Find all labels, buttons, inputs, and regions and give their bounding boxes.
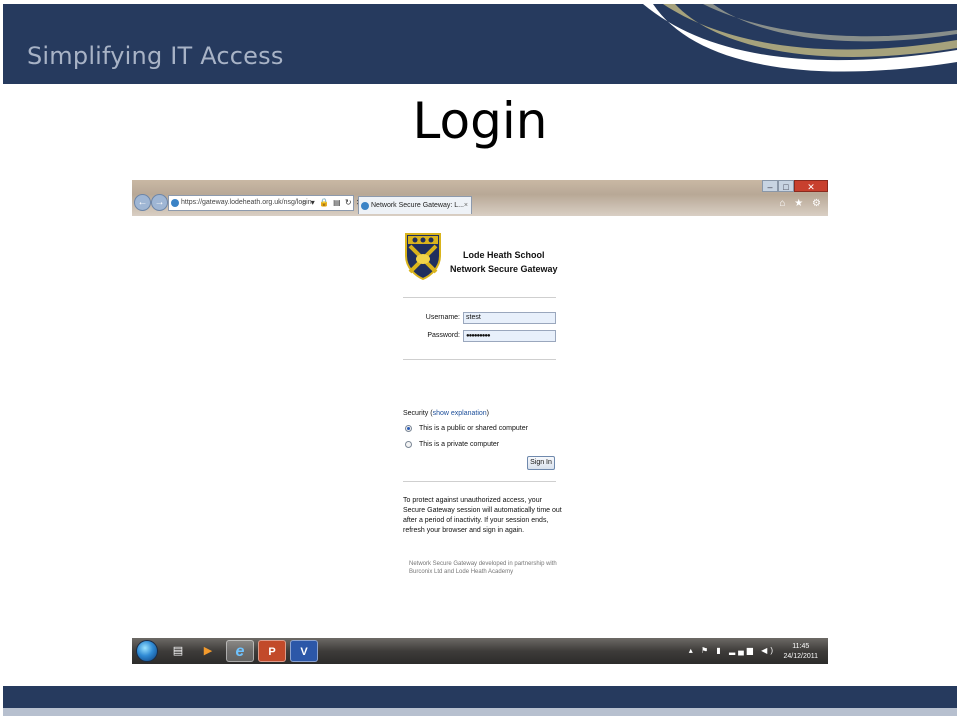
security-label: Security ( — [403, 410, 433, 417]
minimize-icon[interactable]: – — [762, 180, 778, 192]
visio-icon[interactable]: V — [290, 640, 318, 662]
school-name-line1: Lode Heath School — [463, 250, 545, 260]
site-icon — [171, 199, 179, 207]
divider — [403, 481, 556, 482]
slide-footer-stripe — [3, 708, 957, 716]
password-label: Password: — [427, 332, 460, 339]
password-input[interactable]: ●●●●●●●●● — [463, 330, 556, 342]
powerpoint-icon[interactable]: P — [258, 640, 286, 662]
username-input[interactable]: stest — [463, 312, 556, 324]
public-computer-label: This is a public or shared computer — [419, 425, 528, 432]
tab-close-icon[interactable]: × — [464, 197, 468, 214]
clock-date: 24/12/2011 — [783, 653, 818, 660]
taskbar: ▤ ▶ e P V ▴ ⚑ ▮ ▂▄▆ ◀) 11:45 24/12/2011 — [132, 638, 828, 664]
tab-site-icon — [361, 202, 369, 210]
show-explanation-link[interactable]: show explanation — [433, 410, 487, 417]
tab-title: Network Secure Gateway: L... — [371, 202, 464, 209]
clock[interactable]: 11:45 24/12/2011 — [783, 642, 818, 662]
username-label: Username: — [425, 314, 460, 321]
slide-title: Login — [412, 92, 548, 150]
explorer-icon[interactable]: ▤ — [164, 640, 192, 662]
tab-network-secure-gateway[interactable]: Network Secure Gateway: L... × — [358, 196, 472, 214]
media-player-icon[interactable]: ▶ — [194, 640, 222, 662]
address-tools-icon[interactable]: ⌕ ▾ 🔒 ▤ ↻ ✕ — [302, 195, 364, 211]
school-name: Lode Heath School Network Secure Gateway — [450, 248, 558, 276]
private-computer-label: This is a private computer — [419, 441, 500, 448]
credit-text: Network Secure Gateway developed in part… — [409, 561, 557, 575]
system-tray-icons[interactable]: ▴ ⚑ ▮ ▂▄▆ ◀) — [689, 646, 776, 655]
sign-in-button[interactable]: Sign In — [527, 456, 555, 470]
school-name-line2: Network Secure Gateway — [450, 264, 558, 274]
clock-time: 11:45 — [792, 643, 810, 650]
internet-explorer-icon[interactable]: e — [226, 640, 254, 662]
address-text: https://gateway.lodeheath.org.uk/nsg/log… — [181, 199, 314, 206]
browser-chrome: – □ ✕ ← → https://gateway.lodeheath.org.… — [132, 180, 828, 216]
security-heading: Security (show explanation) — [403, 410, 489, 417]
forward-icon[interactable]: → — [151, 194, 168, 211]
start-button[interactable] — [136, 640, 158, 662]
window-controls: – □ ✕ — [762, 180, 828, 192]
private-computer-radio[interactable] — [405, 441, 412, 448]
public-computer-radio[interactable] — [405, 425, 412, 432]
school-crest-icon — [405, 233, 441, 280]
slide-footer — [3, 686, 957, 708]
security-close: ) — [486, 410, 489, 417]
back-icon[interactable]: ← — [134, 194, 151, 211]
close-icon[interactable]: ✕ — [794, 180, 828, 192]
session-info-text: To protect against unauthorized access, … — [403, 497, 562, 534]
divider — [403, 359, 556, 360]
home-favorites-settings-icon[interactable]: ⌂ ★ ⚙ — [779, 198, 824, 209]
slide-header: Simplifying IT Access — [3, 4, 957, 84]
header-title: Simplifying IT Access — [27, 42, 284, 70]
maximize-icon[interactable]: □ — [778, 180, 794, 192]
browser-window: – □ ✕ ← → https://gateway.lodeheath.org.… — [132, 180, 828, 638]
divider — [403, 297, 556, 298]
login-page: Lode Heath School Network Secure Gateway… — [132, 216, 828, 638]
